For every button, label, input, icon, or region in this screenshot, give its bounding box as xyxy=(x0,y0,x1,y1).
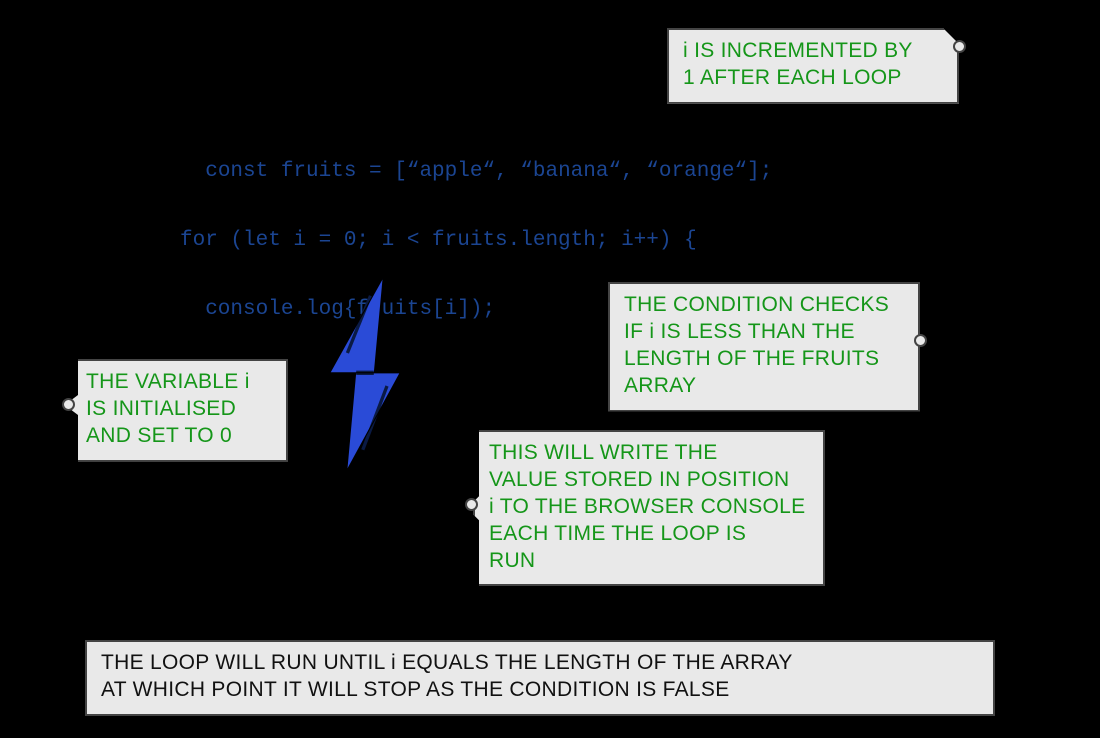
code-line-3: for (let i = 0; i < fruits.length; i++) … xyxy=(180,229,697,252)
callout-tab xyxy=(953,40,966,53)
callout-log: THIS WILL WRITE THE VALUE STORED IN POSI… xyxy=(473,430,825,586)
callout-tab xyxy=(465,498,478,511)
callout-tab xyxy=(62,398,75,411)
callout-condition: THE CONDITION CHECKS IF i IS LESS THAN T… xyxy=(608,282,920,412)
callout-increment: i IS INCREMENTED BY 1 AFTER EACH LOOP xyxy=(667,28,959,104)
callout-init: THE VARIABLE i IS INITIALISED AND SET TO… xyxy=(70,359,288,462)
lightning-bolt-icon xyxy=(310,275,420,475)
callout-tab xyxy=(914,334,927,347)
callout-summary: THE LOOP WILL RUN UNTIL i EQUALS THE LEN… xyxy=(85,640,995,716)
code-line-1: const fruits = [“apple“, “banana“, “oran… xyxy=(205,160,772,183)
